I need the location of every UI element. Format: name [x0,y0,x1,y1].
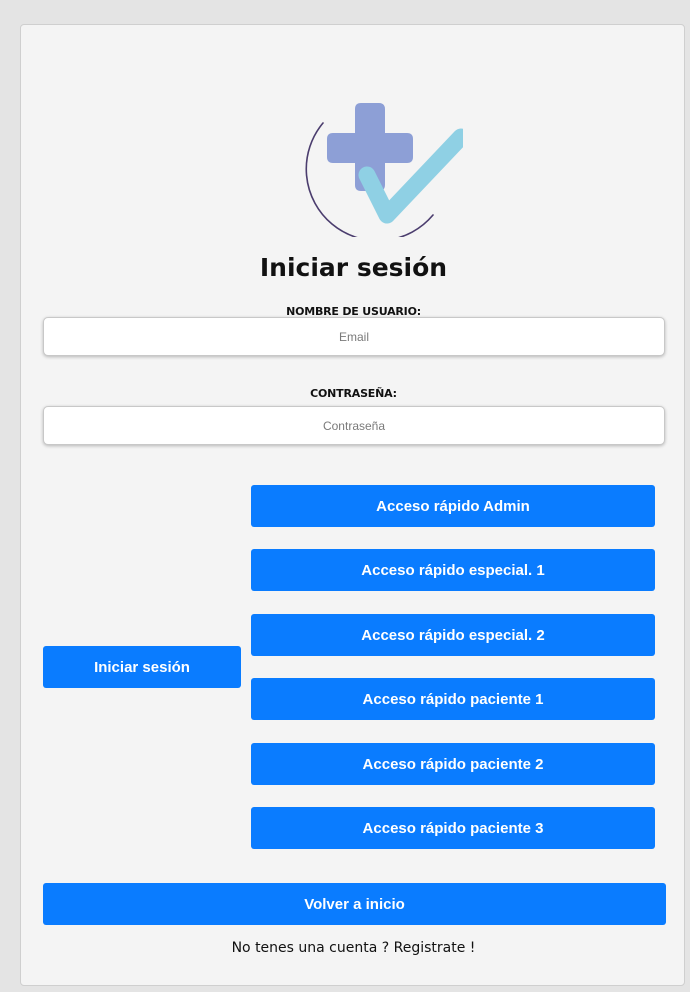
quick-access-specialist-1-button[interactable]: Acceso rápido especial. 1 [251,549,655,591]
medical-cross-check-icon [305,103,463,237]
page-title: Iniciar sesión [259,253,448,282]
signup-link[interactable]: No tenes una cuenta ? Registrate ! [21,940,686,956]
email-input[interactable] [43,317,665,356]
login-button[interactable]: Iniciar sesión [43,646,241,688]
quick-access-patient-2-button[interactable]: Acceso rápido paciente 2 [251,743,655,785]
login-card: Iniciar sesión NOMBRE DE USUARIO: CONTRA… [20,24,685,986]
password-input[interactable] [43,406,665,445]
password-label: CONTRASEÑA: [310,387,397,400]
back-home-button[interactable]: Volver a inicio [43,883,666,925]
quick-access-patient-1-button[interactable]: Acceso rápido paciente 1 [251,678,655,720]
quick-access-patient-3-button[interactable]: Acceso rápido paciente 3 [251,807,655,849]
quick-access-admin-button[interactable]: Acceso rápido Admin [251,485,655,527]
quick-access-specialist-2-button[interactable]: Acceso rápido especial. 2 [251,614,655,656]
